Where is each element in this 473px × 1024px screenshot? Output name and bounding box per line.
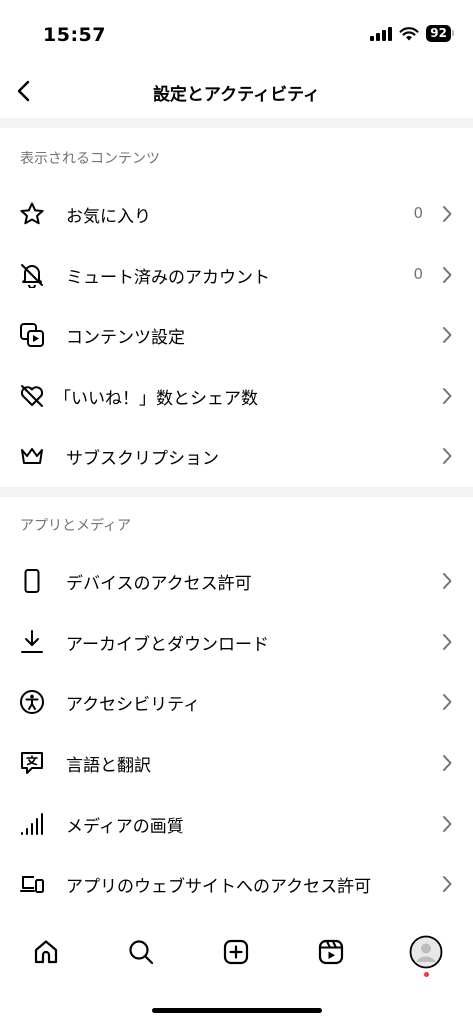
content-settings-icon [18,321,46,349]
home-indicator [152,1008,322,1013]
chevron-right-icon [443,327,452,343]
home-icon [34,940,58,964]
tab-search[interactable] [121,932,161,972]
tab-create[interactable] [216,932,256,972]
cellular-signal-icon [370,26,393,41]
settings-row-label: ミュート済みのアカウント [66,268,270,288]
status-indicators: 92 [370,25,454,42]
settings-row-language-translation[interactable]: 言語と翻訳 [0,733,473,793]
settings-row-label: サブスクリプション [66,449,219,469]
status-time: 15:57 [43,24,106,46]
navigation-bar: 設定とアクティビティ [0,66,473,116]
page-title: 設定とアクティビティ [152,85,321,105]
settings-row-label: アプリのウェブサイトへのアクセス許可 [66,877,372,897]
settings-row-label: コンテンツ設定 [66,328,185,348]
create-icon [223,939,249,965]
chevron-right-icon [443,388,452,404]
wifi-icon [399,26,419,40]
tab-profile[interactable] [406,932,446,972]
section-divider [0,487,473,497]
chevron-right-icon [443,267,452,283]
translate-icon [18,749,46,777]
section-divider [0,118,473,128]
phone-icon [18,567,46,595]
search-icon [129,940,154,965]
settings-row-subscriptions[interactable]: サブスクリプション [0,426,473,486]
settings-row-content-settings[interactable]: コンテンツ設定 [0,305,473,365]
settings-row-label: アクセシビリティ [66,695,201,715]
chevron-right-icon [443,876,452,892]
hidden-heart-icon [18,382,46,410]
section-header-apps-media: アプリとメディア [20,518,132,534]
settings-row-website-permissions[interactable]: アプリのウェブサイトへのアクセス許可 [0,854,473,914]
settings-row-like-share-counts[interactable]: 「いいね！」数とシェア数 [0,366,473,426]
settings-row-label: お気に入り [66,207,151,227]
settings-row-accessibility[interactable]: アクセシビリティ [0,672,473,732]
download-icon [18,628,46,656]
settings-row-device-permissions[interactable]: デバイスのアクセス許可 [0,551,473,611]
signal-bars-icon [18,810,46,838]
settings-row-favorites[interactable]: お気に入り 0 [0,184,473,244]
chevron-right-icon [443,694,452,710]
bottom-tab-bar [0,918,473,986]
settings-row-count: 0 [413,265,423,283]
accessibility-icon [18,688,46,716]
settings-row-label: アーカイブとダウンロード [66,635,269,655]
settings-row-label: メディアの画質 [66,817,184,837]
settings-row-label: デバイスのアクセス許可 [66,574,252,594]
settings-row-archive-download[interactable]: アーカイブとダウンロード [0,612,473,672]
notification-dot [424,972,429,977]
chevron-right-icon [443,573,452,589]
settings-row-muted-accounts[interactable]: ミュート済みのアカウント 0 [0,245,473,305]
muted-bell-icon [18,261,46,289]
profile-icon [409,935,443,969]
settings-row-label: 言語と翻訳 [66,756,151,776]
reels-icon [318,939,344,965]
settings-row-media-quality[interactable]: メディアの画質 [0,794,473,854]
battery-indicator: 92 [426,25,454,42]
chevron-right-icon [443,816,452,832]
settings-row-label: 「いいね！」数とシェア数 [54,389,258,409]
chevron-right-icon [443,448,452,464]
chevron-right-icon [443,206,452,222]
chevron-right-icon [443,755,452,771]
section-header-visible-content: 表示されるコンテンツ [20,151,160,167]
crown-icon [18,442,46,470]
settings-row-count: 0 [413,204,423,222]
status-bar: 15:57 92 [0,0,473,66]
chevron-right-icon [443,634,452,650]
laptop-phone-icon [18,870,46,898]
tab-reels[interactable] [311,932,351,972]
tab-home[interactable] [26,932,66,972]
star-icon [18,200,46,228]
